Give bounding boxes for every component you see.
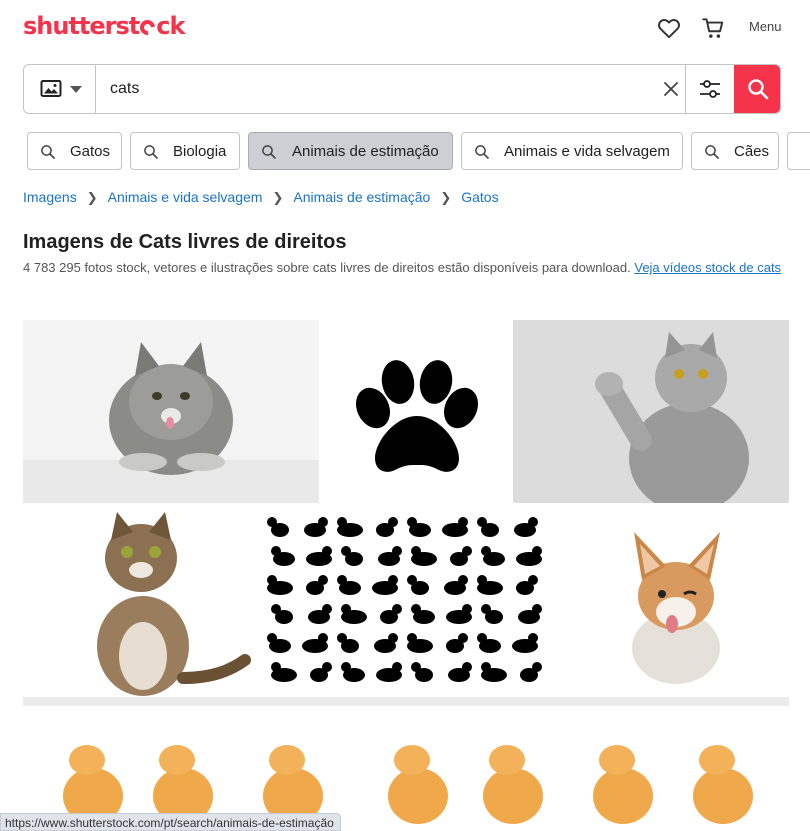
chip-gatos[interactable]: Gatos: [27, 132, 122, 170]
shutterstock-logo[interactable]: shutterst ck: [23, 12, 185, 40]
video-link[interactable]: Veja vídeos stock de cats: [634, 260, 781, 275]
chip-more[interactable]: [787, 132, 810, 170]
filter-button[interactable]: [685, 65, 734, 113]
image-result-tabby-cat[interactable]: [23, 508, 260, 698]
cat-photo: [23, 508, 260, 698]
cat-silhouettes-illustration: [260, 508, 570, 698]
cat-photo: [513, 320, 789, 503]
status-bar-url: https://www.shutterstock.com/pt/search/a…: [0, 813, 341, 831]
caret-down-icon: [70, 86, 82, 93]
breadcrumb: Imagens ❯ Animais e vida selvagem ❯ Animais …: [23, 189, 499, 206]
chip-label: Biologia: [173, 143, 227, 160]
search-button[interactable]: [734, 65, 780, 113]
chevron-right-icon: ❯: [272, 190, 284, 205]
results-summary: 4 783 295 fotos stock, vetores e ilustra…: [23, 258, 783, 277]
paw-print-illustration: [319, 320, 513, 503]
page-title: Imagens de Cats livres de direitos: [23, 231, 347, 253]
breadcrumb-item[interactable]: Gatos: [461, 189, 498, 205]
image-result-corgi-puppy[interactable]: [570, 508, 789, 698]
chip-animais-de-estimacao[interactable]: Animais de estimação: [248, 132, 453, 170]
results-count-text: 4 783 295 fotos stock, vetores e ilustra…: [23, 260, 631, 275]
chip-caes[interactable]: Cães: [691, 132, 779, 170]
breadcrumb-item[interactable]: Animais de estimação: [293, 189, 430, 205]
row-divider: [23, 697, 789, 706]
chip-biologia[interactable]: Biologia: [130, 132, 240, 170]
chip-label: Gatos: [70, 143, 111, 160]
chip-label: Animais e vida selvagem: [504, 143, 670, 160]
cat-photo: [23, 320, 319, 503]
clear-icon[interactable]: [660, 78, 682, 100]
search-input[interactable]: cats: [110, 80, 139, 98]
search-icon: [41, 145, 56, 160]
image-result-cat-silhouettes[interactable]: [260, 508, 570, 698]
chip-label: Animais de estimação: [292, 143, 439, 160]
media-type-dropdown[interactable]: [24, 65, 96, 113]
search-bar: cats: [23, 64, 781, 114]
breadcrumb-item[interactable]: Imagens: [23, 189, 77, 205]
chevron-right-icon: ❯: [440, 190, 452, 205]
image-icon: [40, 80, 62, 97]
image-result-cat-licking[interactable]: [23, 320, 319, 503]
chip-animais-e-vida-selvagem[interactable]: Animais e vida selvagem: [461, 132, 683, 170]
menu-button[interactable]: Menu: [749, 19, 782, 34]
search-icon: [144, 145, 159, 160]
search-icon: [475, 145, 490, 160]
heart-icon[interactable]: [656, 15, 682, 41]
sliders-icon: [700, 80, 720, 98]
image-result-paw-print[interactable]: [319, 320, 513, 503]
cart-icon[interactable]: [700, 15, 726, 41]
breadcrumb-item[interactable]: Animais e vida selvagem: [108, 189, 263, 205]
site-header: shutterst ck Menu: [0, 0, 810, 60]
related-searches: Gatos Biologia Animais de estimação Anim…: [27, 132, 810, 170]
search-icon: [748, 79, 769, 100]
search-icon: [262, 145, 277, 160]
image-result-cat-raising-paw[interactable]: [513, 320, 789, 503]
chevron-right-icon: ❯: [86, 190, 98, 205]
dog-photo: [570, 508, 789, 698]
chip-label: Cães: [734, 143, 770, 160]
search-icon: [705, 145, 720, 160]
